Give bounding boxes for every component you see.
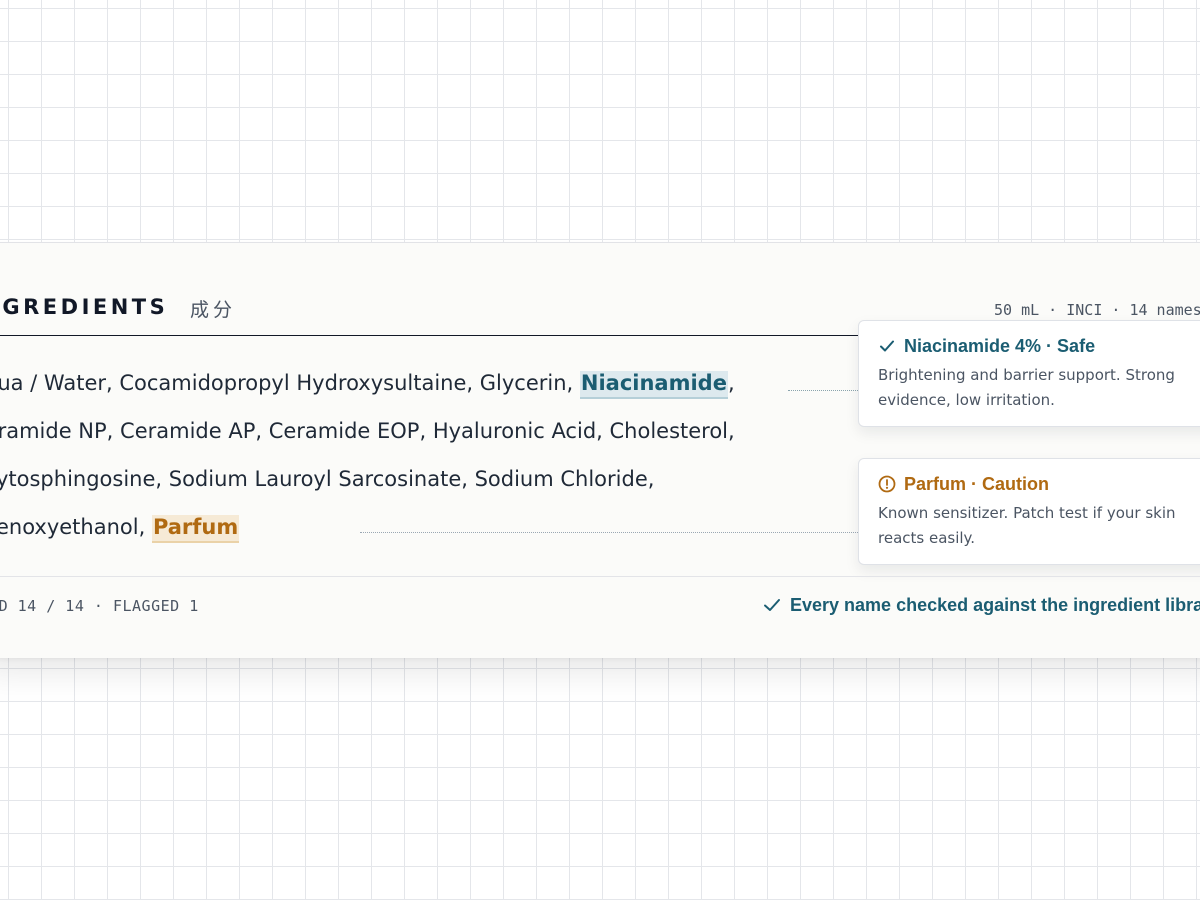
tooltip-body: Brightening and barrier support. Strong …	[878, 363, 1199, 413]
ingredient-line: Phenoxyethanol, Parfum	[0, 515, 240, 543]
tooltip-parfum: Parfum · Caution Known sensitizer. Patch…	[858, 458, 1200, 565]
tooltip-title: Parfum · Caution	[878, 473, 1199, 495]
read-status: READ 14 / 14 · FLAGGED 1	[0, 597, 199, 615]
ingredient-text: ,	[727, 371, 735, 395]
ingredients-card: INGREDIENTS 成分 50 mL · INCI · 14 names A…	[0, 242, 1200, 658]
ingredient-highlight-niacinamide[interactable]: Niacinamide	[579, 371, 728, 399]
alert-circle-icon	[878, 475, 896, 493]
tooltip-leader-line	[360, 532, 858, 533]
tooltip-leader-line	[788, 390, 858, 391]
ingredient-line: Ceramide NP, Ceramide AP, Ceramide EOP, …	[0, 419, 735, 443]
tooltip-body-line: evidence, low irritation.	[878, 391, 1055, 409]
verification-note: Every name checked against the ingredien…	[762, 595, 1200, 616]
tooltip-title: Niacinamide 4% · Safe	[878, 335, 1199, 357]
panel-title: INGREDIENTS	[0, 295, 169, 319]
ingredient-line: Phytosphingosine, Sodium Lauroyl Sarcosi…	[0, 467, 655, 491]
panel-meta: 50 mL · INCI · 14 names	[994, 301, 1200, 319]
ingredient-highlight-parfum[interactable]: Parfum	[151, 515, 240, 543]
ingredient-text: Aqua / Water, Cocamidopropyl Hydroxysult…	[0, 371, 580, 395]
panel-title-cn: 成分	[190, 299, 237, 321]
tooltip-title-text: Niacinamide 4% · Safe	[904, 336, 1096, 356]
ingredient-text: Phenoxyethanol,	[0, 515, 146, 539]
check-icon	[880, 340, 894, 352]
tooltip-body-line: Known sensitizer. Patch test if your ski…	[878, 504, 1176, 522]
tooltip-body-line: Brightening and barrier support. Strong	[878, 366, 1175, 384]
tooltip-title-text: Parfum · Caution	[904, 474, 1050, 494]
ingredient-line: Aqua / Water, Cocamidopropyl Hydroxysult…	[0, 371, 735, 399]
footer-rule	[0, 576, 1200, 577]
tooltip-body-line: reacts easily.	[878, 529, 976, 547]
verification-text: Every name checked against the ingredien…	[790, 595, 1200, 615]
tooltip-body: Known sensitizer. Patch test if your ski…	[878, 501, 1199, 551]
tooltip-niacinamide: Niacinamide 4% · Safe Brightening and ba…	[858, 320, 1200, 427]
check-icon	[764, 599, 780, 611]
